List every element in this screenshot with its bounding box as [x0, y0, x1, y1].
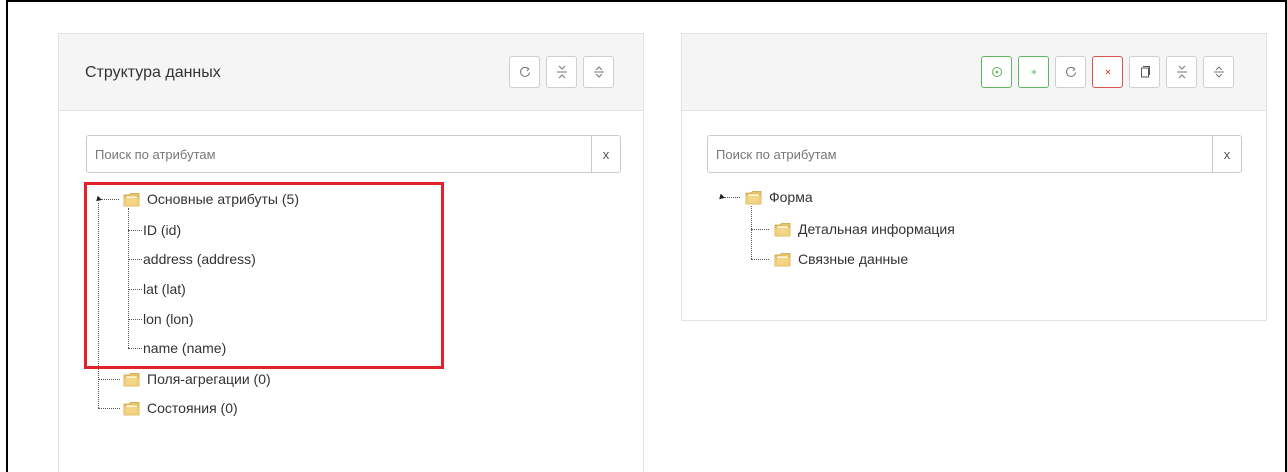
tree-connector [128, 208, 129, 348]
tree-connector [98, 379, 120, 380]
tree-connector [98, 408, 120, 409]
expand-icon [1213, 66, 1224, 78]
tree-connector [128, 289, 142, 290]
tree-connector [128, 319, 142, 320]
tree-leaf[interactable]: name (name) [143, 337, 226, 359]
collapse-all-button[interactable] [1166, 56, 1197, 88]
delete-button[interactable] [1092, 56, 1123, 88]
attribute-search: x [707, 135, 1242, 173]
tree-connector [128, 230, 142, 231]
refresh-button[interactable] [509, 56, 540, 88]
folder-icon [123, 192, 140, 207]
tree-connector [751, 259, 769, 260]
tree-node-states[interactable]: Состояния (0) [123, 397, 238, 419]
collapse-icon [556, 65, 567, 79]
form-structure-panel: x [681, 33, 1267, 321]
panel-title: Структура данных [85, 64, 221, 81]
search-clear-button[interactable]: x [1212, 135, 1242, 173]
refresh-button[interactable] [1055, 56, 1086, 88]
folder-icon [123, 372, 140, 387]
tree-node-label: Форма [769, 189, 813, 205]
collapse-all-button[interactable] [546, 56, 577, 88]
target-icon [991, 67, 1002, 77]
refresh-icon [519, 66, 530, 77]
tree-node-label: Основные атрибуты (5) [147, 191, 299, 207]
tree-node-label: Детальная информация [798, 221, 955, 237]
folder-icon [774, 252, 791, 267]
tree-node-label: Состояния (0) [147, 400, 238, 416]
tree-connector [128, 348, 142, 349]
expand-icon [593, 66, 604, 78]
tree-leaf[interactable]: address (address) [143, 248, 256, 270]
tree-connector [751, 229, 769, 230]
tree-leaf-label: lat (lat) [143, 281, 186, 297]
panel-toolbar [981, 56, 1234, 88]
tree-connector [128, 259, 142, 260]
tree-connector [98, 203, 99, 408]
tree-leaf-label: lon (lon) [143, 311, 194, 327]
search-input[interactable] [86, 135, 591, 173]
tree-node-label: Поля-агрегации (0) [147, 371, 271, 387]
folder-icon [745, 190, 762, 205]
tree-node-form[interactable]: Форма [745, 186, 813, 208]
tree-connector [751, 206, 752, 259]
expand-all-button[interactable] [583, 56, 614, 88]
tree-node-label: Связные данные [798, 251, 909, 267]
select-button[interactable] [981, 56, 1012, 88]
add-button[interactable] [1018, 56, 1049, 88]
panel-header: Структура данных [59, 34, 643, 111]
search-input[interactable] [707, 135, 1212, 173]
tree-leaf[interactable]: lat (lat) [143, 278, 186, 300]
collapse-icon [1176, 65, 1187, 79]
tree-node-detail-info[interactable]: Детальная информация [774, 218, 955, 240]
tree-connector [101, 199, 119, 200]
tree-leaf-label: ID (id) [143, 222, 182, 238]
copy-button[interactable] [1129, 56, 1160, 88]
tree-node-aggregation-fields[interactable]: Поля-агрегации (0) [123, 368, 271, 390]
refresh-icon [1065, 66, 1076, 77]
tree-connector [724, 197, 740, 198]
tree-leaf-label: name (name) [143, 340, 227, 356]
tree-leaf-label: address (address) [143, 251, 256, 267]
attribute-search: x [86, 135, 621, 173]
copy-icon [1140, 66, 1150, 78]
plus-icon [1031, 69, 1036, 75]
tree-leaf[interactable]: ID (id) [143, 219, 181, 241]
panel-header [682, 34, 1266, 111]
search-clear-button[interactable]: x [591, 135, 621, 173]
expand-all-button[interactable] [1203, 56, 1234, 88]
tree-node-main-attributes[interactable]: Основные атрибуты (5) [123, 188, 299, 210]
tree-leaf[interactable]: lon (lon) [143, 308, 194, 330]
folder-icon [123, 401, 140, 416]
tree-node-related-data[interactable]: Связные данные [774, 248, 908, 270]
folder-icon [774, 222, 791, 237]
panel-toolbar [509, 56, 614, 88]
close-icon [1105, 69, 1110, 75]
